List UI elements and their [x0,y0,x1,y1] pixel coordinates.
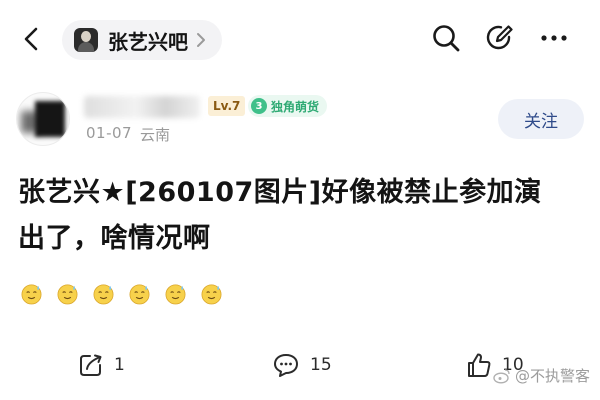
back-arrow-icon [24,27,38,51]
forum-avatar [74,28,98,52]
search-icon [433,25,460,52]
forum-link[interactable]: 张艺兴吧 [62,20,222,60]
post-location: 云南 [140,126,171,144]
search-button[interactable] [428,20,464,56]
sweat-smile-emoji-icon [201,284,222,305]
more-icon [541,35,567,41]
comment-icon [274,354,298,377]
sweat-smile-emoji-icon [93,284,114,305]
thumbs-up-icon [468,353,491,377]
post-title: 张艺兴★[260107图片]好像被禁止参加演 出了，啥情况啊 [18,170,584,262]
post-date: 01-07 [86,124,133,142]
title-text: 独角萌货 [271,99,320,114]
title-level-number: 3 [251,98,267,114]
follow-button[interactable]: 关注 [498,99,584,139]
post-title-line-1: 张艺兴★[260107图片]好像被禁止参加演 [18,177,542,208]
title-badge: 3 独角萌货 [248,95,328,117]
more-button[interactable] [536,20,572,56]
author-name-redacted [84,96,200,118]
forum-name: 张艺兴吧 [108,29,188,54]
chevron-right-icon [192,31,210,49]
comment-action[interactable]: 15 [272,352,332,378]
post-title-line-2: 出了，啥情况啊 [18,223,211,254]
watermark-text: @不执警客 [514,367,590,385]
author-avatar[interactable] [16,92,70,146]
watermark: @不执警客 [493,365,590,386]
comment-count: 15 [310,355,332,375]
back-button[interactable] [16,22,46,56]
edit-icon [486,25,513,50]
edit-button[interactable] [482,20,518,56]
sweat-smile-emoji-icon [57,284,78,305]
sweat-smile-emoji-icon [129,284,150,305]
share-count: 1 [114,355,125,375]
level-badge: Lv.7 [208,96,246,116]
sweat-smile-emoji-icon [21,284,42,305]
weibo-logo-icon [493,368,510,384]
share-icon [80,354,102,376]
sweat-smile-emoji-icon [165,284,186,305]
emoji-row [20,282,223,305]
share-action[interactable]: 1 [78,352,125,378]
